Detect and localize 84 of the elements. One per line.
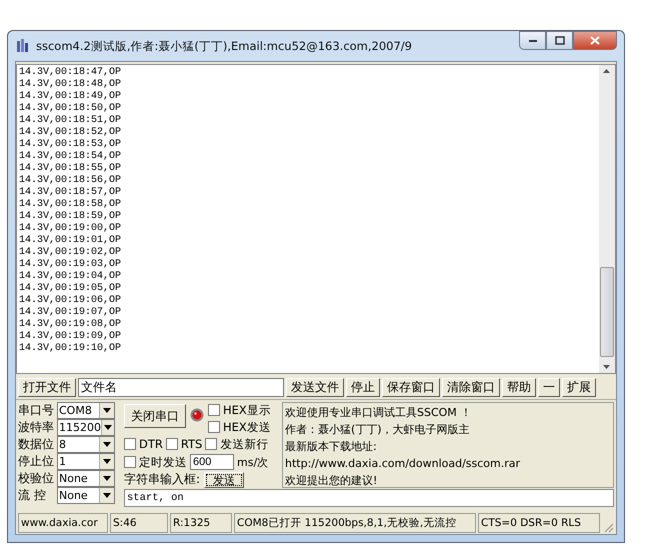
hex-checkbox[interactable]: HEX发送 <box>208 419 271 435</box>
log-line: 14.3V,00:19:02,OP <box>19 247 122 259</box>
dropdown-arrow-icon <box>104 424 112 430</box>
resize-grip-icon <box>602 521 614 533</box>
info-text: http://www.daxia.com/download/sscom.rar <box>285 456 522 472</box>
maximize-icon <box>554 36 564 45</box>
log-line: 14.3V,00:18:55,OP <box>19 163 122 175</box>
send-button[interactable]: 发送 <box>204 472 244 488</box>
log-line: 14.3V,00:19:08,OP <box>19 319 122 331</box>
dropdown-arrow-icon <box>103 442 111 446</box>
setting-dropdown[interactable]: None <box>57 486 115 504</box>
log-line: 14.3V,00:18:54,OP <box>19 151 122 163</box>
info-text: 最新版本下载地址: <box>285 439 378 455</box>
toolbar-button[interactable]: 帮助 <box>502 378 536 397</box>
status-text: www.daxia.cor <box>18 513 108 533</box>
status-led-icon <box>190 408 204 422</box>
toolbar-button[interactable]: 发送文件 <box>286 378 344 397</box>
line-checkbox[interactable]: RTS <box>166 436 202 452</box>
status-text: CTS=0 DSR=0 RLS <box>478 513 600 533</box>
close-button[interactable] <box>573 31 617 50</box>
setting-label: 校验位 <box>18 470 55 486</box>
close-port-button[interactable]: 关闭串口 <box>124 404 186 428</box>
window-title: sscom4.2测试版,作者:聂小猛(丁丁),Email:mcu52@163.com,2007/9 <box>36 38 413 54</box>
info-text: 欢迎提出您的建议! <box>285 473 378 489</box>
interval-field[interactable]: 600 <box>190 454 234 470</box>
toolbar-button[interactable]: 停止 <box>346 378 380 397</box>
status-text: R:1325 <box>170 513 232 533</box>
hex-checkbox[interactable]: HEX显示 <box>208 402 271 418</box>
log-line: 14.3V,00:18:57,OP <box>19 187 122 199</box>
interval-unit: ms/次 <box>237 454 268 470</box>
setting-dropdown[interactable]: 115200 <box>57 418 115 436</box>
log-line: 14.3V,00:19:07,OP <box>19 307 122 319</box>
status-text: S:46 <box>110 513 168 533</box>
line-checkbox[interactable]: 发送新行 <box>205 436 268 452</box>
log-line: 14.3V,00:19:10,OP <box>19 343 122 355</box>
minimize-icon <box>528 38 538 42</box>
close-icon <box>590 36 600 45</box>
log-line: 14.3V,00:18:47,OP <box>19 67 122 79</box>
setting-dropdown[interactable]: 1 <box>57 452 115 470</box>
log-line: 14.3V,00:18:58,OP <box>19 199 122 211</box>
setting-dropdown[interactable]: None <box>57 470 115 486</box>
maximize-button[interactable] <box>546 31 573 50</box>
log-line: 14.3V,00:18:50,OP <box>19 103 122 115</box>
log-line: 14.3V,00:19:04,OP <box>19 271 122 283</box>
log-line: 14.3V,00:19:06,OP <box>19 295 122 307</box>
log-line: 14.3V,00:18:49,OP <box>19 91 122 103</box>
log-line: 14.3V,00:18:52,OP <box>19 127 122 139</box>
setting-label: 串口号 <box>18 402 55 418</box>
log-line: 14.3V,00:19:01,OP <box>19 235 122 247</box>
setting-label: 数据位 <box>18 436 55 452</box>
input-label: 字符串输入框: <box>124 471 200 488</box>
send-input-field[interactable]: start, on <box>124 489 614 507</box>
info-text: 欢迎使用专业串口调试工具SSCOM ！ <box>285 405 472 421</box>
minimize-button[interactable] <box>519 31 546 50</box>
scrollbar[interactable] <box>599 65 615 373</box>
toolbar-button[interactable]: 清除窗口 <box>442 378 500 397</box>
filename-field[interactable]: 文件名 <box>78 378 284 397</box>
setting-label: 停止位 <box>18 452 55 470</box>
log-line: 14.3V,00:18:48,OP <box>19 79 122 91</box>
log-line: 14.3V,00:19:03,OP <box>19 259 122 271</box>
open-file-button[interactable]: 打开文件 <box>18 378 76 397</box>
dropdown-arrow-icon <box>103 408 111 412</box>
app-icon <box>15 38 31 54</box>
log-line: 14.3V,00:18:59,OP <box>19 211 122 223</box>
setting-dropdown[interactable]: COM8 <box>57 402 115 418</box>
dropdown-arrow-icon <box>103 458 111 464</box>
toolbar-button[interactable]: 扩展 <box>562 378 596 397</box>
setting-label: 流 控 <box>18 486 47 504</box>
info-text: 作者：聂小猛(丁丁)，大虾电子网版主 <box>285 422 471 438</box>
setting-dropdown[interactable]: 8 <box>57 436 115 452</box>
log-line: 14.3V,00:18:56,OP <box>19 175 122 187</box>
dropdown-arrow-icon <box>103 492 111 498</box>
setting-label: 波特率 <box>18 418 55 436</box>
log-line: 14.3V,00:18:53,OP <box>19 139 122 151</box>
toolbar-button[interactable]: 一 <box>538 378 560 397</box>
timer-checkbox[interactable]: 定时发送 <box>124 454 187 470</box>
status-text: COM8已打开 115200bps,8,1,无校验,无流控 <box>234 513 476 533</box>
log-line: 14.3V,00:18:51,OP <box>19 115 122 127</box>
log-line: 14.3V,00:19:00,OP <box>19 223 122 235</box>
dropdown-arrow-icon <box>103 476 111 480</box>
log-line: 14.3V,00:19:05,OP <box>19 283 122 295</box>
log-line: 14.3V,00:19:09,OP <box>19 331 122 343</box>
toolbar-button[interactable]: 保存窗口 <box>382 378 440 397</box>
line-checkbox[interactable]: DTR <box>124 436 163 452</box>
